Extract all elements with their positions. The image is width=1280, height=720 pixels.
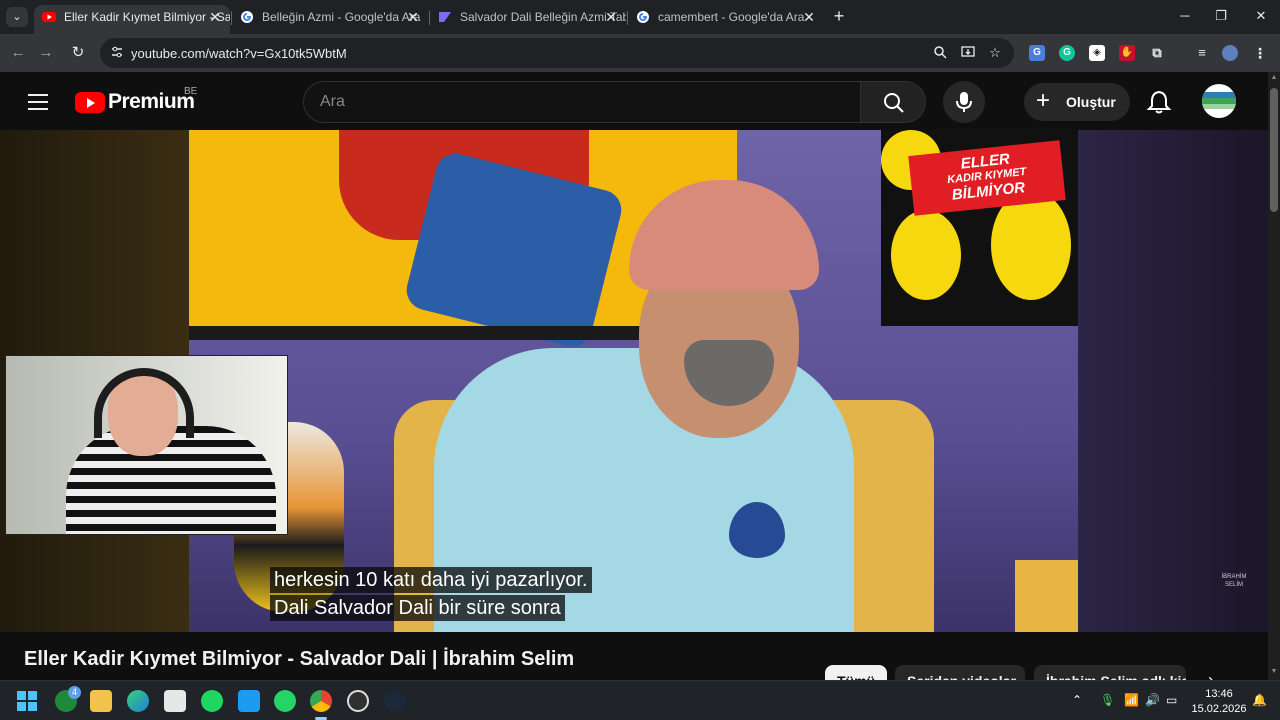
tab-search-button[interactable]: ⌄: [6, 7, 28, 27]
bookmark-star-icon[interactable]: ☆: [987, 45, 1003, 61]
profile-avatar-icon[interactable]: [1222, 45, 1238, 61]
tab-salvador-dali[interactable]: Salvador Dali Belleğin Azmi Tab ✕: [430, 5, 626, 34]
plus-icon: +: [1036, 87, 1051, 114]
page-scrollbar[interactable]: ▲ ▼: [1268, 72, 1280, 680]
tab-title: camembert - Google'da Ara: [658, 10, 805, 24]
google-icon: [241, 11, 253, 23]
close-tab-icon[interactable]: ✕: [208, 5, 222, 29]
scrollbar-thumb[interactable]: [1270, 88, 1278, 212]
new-tab-button[interactable]: +: [830, 5, 848, 27]
microphone-in-use-icon[interactable]: 🎙: [1100, 693, 1115, 707]
battery-icon[interactable]: ▭: [1166, 693, 1177, 707]
voice-search-button[interactable]: [943, 81, 985, 123]
site-info-icon[interactable]: [110, 45, 124, 59]
notification-center-icon[interactable]: 🔔: [1252, 693, 1267, 707]
grammarly-extension-icon[interactable]: G: [1059, 45, 1075, 61]
xbox-icon[interactable]: 4: [55, 686, 81, 712]
whatsapp-icon[interactable]: [274, 690, 296, 712]
file-explorer-icon[interactable]: [90, 690, 112, 712]
microsoft-store-icon[interactable]: [164, 690, 186, 712]
youtube-icon: [42, 12, 56, 22]
reload-button[interactable]: ↻: [66, 41, 90, 65]
video-subtitles: herkesin 10 katı daha iyi pazarlıyor. Da…: [270, 567, 592, 623]
hamburger-menu-icon[interactable]: [28, 94, 48, 110]
chrome-icon[interactable]: [310, 690, 332, 712]
video-frame[interactable]: ELLER KADIR KIYMET BİLMİYOR: [189, 130, 1078, 632]
subtitle-line: herkesin 10 katı daha iyi pazarlıyor.: [270, 567, 592, 593]
search-icon: [884, 93, 904, 113]
video-player[interactable]: ELLER KADIR KIYMET BİLMİYOR herkesin 10 …: [0, 130, 1268, 632]
side-table: [1015, 560, 1078, 632]
translate-extension-icon[interactable]: G: [1029, 45, 1045, 61]
forward-button[interactable]: →: [34, 41, 58, 65]
create-label: Oluştur: [1066, 94, 1116, 110]
below-video-area: Eller Kadir Kıymet Bilmiyor - Salvador D…: [0, 632, 1268, 680]
create-button[interactable]: + Oluştur: [1024, 83, 1130, 121]
url-text: youtube.com/watch?v=Gx10tk5WbtM: [131, 46, 347, 61]
streamer-shirt: [66, 426, 276, 534]
clock-time: 13:46: [1205, 688, 1233, 700]
close-tab-icon[interactable]: ✕: [406, 5, 420, 29]
youtube-premium-logo[interactable]: Premium: [108, 90, 195, 114]
app-icon: [439, 12, 451, 22]
browser-tab-strip: ⌄ Eller Kadir Kıymet Bilmiyor - Sal ✕ Be…: [0, 0, 1280, 34]
browser-toolbar: ← → ↻ youtube.com/watch?v=Gx10tk5WbtM ☆ …: [0, 34, 1280, 72]
close-tab-icon[interactable]: ✕: [802, 5, 816, 29]
chip-channel-videos[interactable]: İbrahim Selim adlı kişiden: [1034, 665, 1186, 680]
back-button[interactable]: ←: [6, 41, 30, 65]
notification-badge: 4: [68, 686, 81, 699]
account-avatar[interactable]: [1202, 84, 1236, 118]
wifi-icon[interactable]: 📶: [1124, 693, 1139, 707]
windows-start-icon[interactable]: [16, 690, 38, 712]
channel-watermark: İBRAHİM SELİM: [1221, 574, 1247, 588]
extensions-puzzle-icon[interactable]: ⧉: [1149, 45, 1165, 61]
install-app-icon[interactable]: [960, 45, 976, 61]
webcam-overlay: [5, 355, 288, 535]
clock-date: 15.02.2026: [1191, 703, 1247, 715]
search-input[interactable]: [320, 93, 840, 111]
edge-browser-icon[interactable]: [127, 690, 149, 712]
address-bar[interactable]: youtube.com/watch?v=Gx10tk5WbtM ☆: [100, 38, 1014, 68]
twitter-icon[interactable]: [238, 690, 260, 712]
ambient-glow-right: [1078, 130, 1268, 632]
volume-icon[interactable]: 🔊: [1145, 693, 1160, 707]
video-title: Eller Kadir Kıymet Bilmiyor - Salvador D…: [24, 648, 575, 670]
chip-all[interactable]: Tümü: [825, 665, 887, 680]
obs-studio-icon[interactable]: [347, 690, 369, 712]
tab-title: Eller Kadir Kıymet Bilmiyor - Sal: [64, 10, 230, 24]
steam-icon[interactable]: [384, 690, 406, 712]
chevron-right-icon[interactable]: ›: [1208, 670, 1214, 680]
system-clock[interactable]: 13:46 15.02.2026: [1188, 687, 1250, 717]
tab-google-search-bellegin-azmi[interactable]: Belleğin Azmi - Google'da Ara ✕: [232, 5, 428, 34]
youtube-header: Premium BE + Oluştur: [0, 72, 1280, 130]
close-tab-icon[interactable]: ✕: [604, 5, 618, 29]
zoom-icon[interactable]: [932, 45, 948, 61]
subtitle-line: Dali Salvador Dali bir süre sonra: [270, 595, 565, 621]
chip-series-videos[interactable]: Seriden videolar: [895, 665, 1025, 680]
youtube-logo-icon[interactable]: [75, 92, 105, 113]
close-window-button[interactable]: ✕: [1238, 0, 1280, 34]
tab-title: Belleğin Azmi - Google'da Ara: [262, 10, 421, 24]
windows-taskbar: 4 ⌃ 🎙 📶 🔊 ▭ 13:46 15.02.2026 🔔: [0, 680, 1280, 720]
chrome-menu-icon[interactable]: ⋮: [1252, 45, 1268, 61]
search-box: [303, 81, 861, 123]
microphone-icon: [956, 92, 972, 112]
spotify-icon[interactable]: [201, 690, 223, 712]
reading-list-icon[interactable]: ≡: [1194, 45, 1210, 61]
tab-google-search-camembert[interactable]: camembert - Google'da Ara ✕: [628, 5, 824, 34]
tab-title: Salvador Dali Belleğin Azmi Tab: [460, 10, 626, 24]
google-icon: [637, 11, 649, 23]
show-hidden-icons-chevron-icon[interactable]: ⌃: [1072, 693, 1082, 707]
adblock-extension-icon[interactable]: ✋: [1119, 45, 1135, 61]
search-button[interactable]: [860, 81, 926, 123]
country-code: BE: [184, 86, 198, 97]
scroll-up-arrow-icon[interactable]: ▲: [1268, 74, 1280, 81]
notifications-bell-icon[interactable]: [1146, 89, 1172, 115]
tab-youtube-video[interactable]: Eller Kadir Kıymet Bilmiyor - Sal ✕: [34, 5, 230, 34]
headphones-icon: [94, 368, 194, 438]
extension-icon[interactable]: ◈: [1089, 45, 1105, 61]
scroll-down-arrow-icon[interactable]: ▼: [1268, 668, 1280, 675]
